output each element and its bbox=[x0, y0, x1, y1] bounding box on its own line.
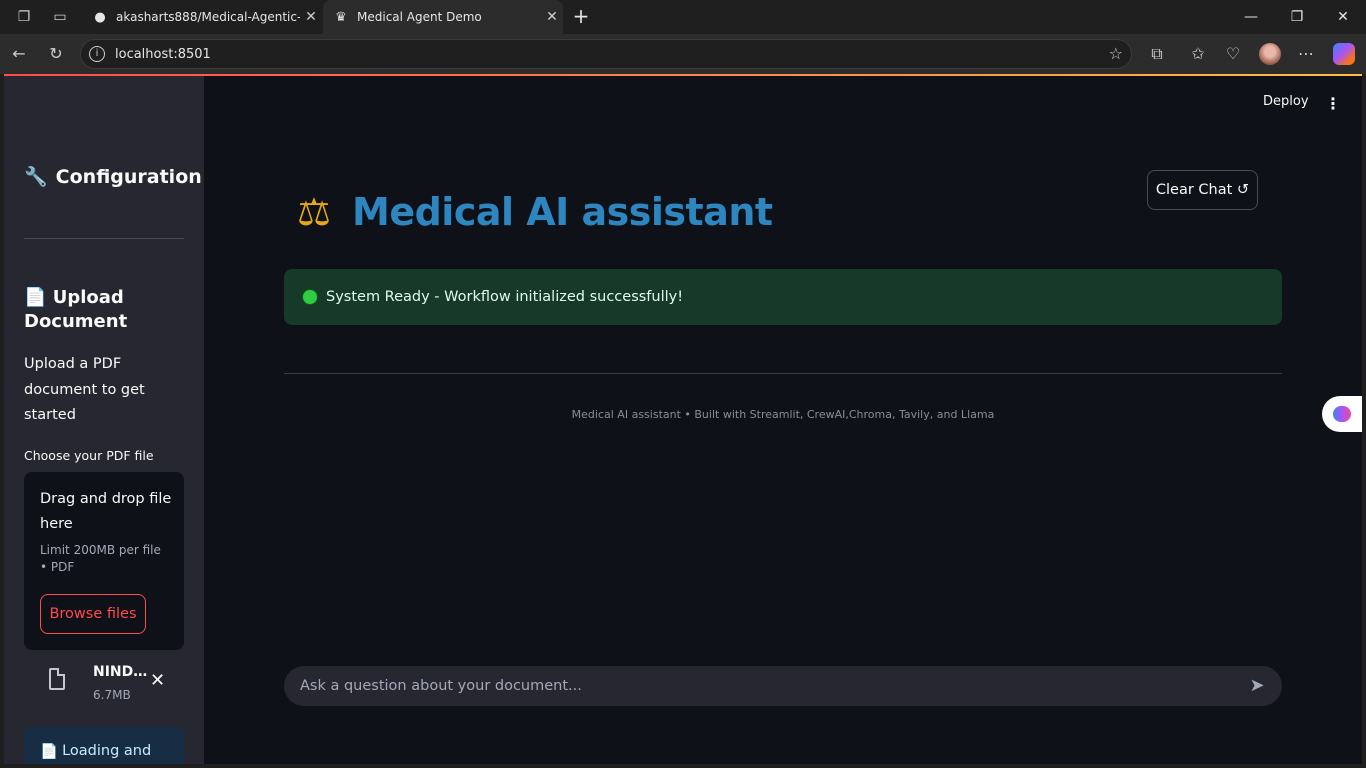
success-message: System Ready - Workflow initialized succ… bbox=[326, 289, 684, 305]
app-viewport: 🔧 Configuration 📄 Upload Document Upload… bbox=[4, 74, 1362, 764]
streamlit-icon: ♛ bbox=[335, 9, 347, 25]
chat-input-container: ➤ bbox=[284, 666, 1282, 706]
tab-github[interactable]: ● akasharts888/Medical-Agentic-W ✕ bbox=[82, 0, 322, 34]
restore-icon[interactable]: ❐ bbox=[1274, 0, 1320, 34]
upload-description: Upload a PDF document to get started bbox=[24, 356, 145, 423]
upload-heading: 📄 Upload Document bbox=[24, 286, 184, 334]
site-info-icon[interactable]: i bbox=[89, 46, 105, 62]
minimize-icon[interactable]: — bbox=[1228, 0, 1274, 34]
dropzone-limit-text: Limit 200MB per file • PDF bbox=[40, 543, 161, 574]
success-alert: System Ready - Workflow initialized succ… bbox=[284, 269, 1282, 325]
back-icon[interactable]: ← bbox=[8, 43, 30, 65]
github-icon: ● bbox=[94, 9, 106, 25]
scales-icon: ⚖ bbox=[296, 190, 332, 234]
uploaded-file-size: 6.7MB bbox=[93, 688, 131, 702]
extensions-icon[interactable]: ⧉ bbox=[1146, 43, 1168, 65]
clear-chat-button[interactable]: Clear Chat ↺ bbox=[1147, 170, 1258, 210]
remove-file-icon[interactable]: ✕ bbox=[150, 670, 165, 691]
brain-icon bbox=[1333, 406, 1351, 422]
page-title-text: Medical AI assistant bbox=[352, 190, 773, 234]
more-options-icon[interactable]: ⋯ bbox=[1295, 43, 1317, 65]
file-dropzone[interactable]: Drag and drop file here Limit 200MB per … bbox=[24, 472, 184, 650]
browser-essentials-icon[interactable]: ♡ bbox=[1222, 43, 1244, 65]
tab-title: Medical Agent Demo bbox=[357, 10, 482, 24]
footer-text: Medical AI assistant • Built with Stream… bbox=[571, 408, 995, 421]
chat-input[interactable] bbox=[300, 666, 1230, 706]
main-divider bbox=[284, 373, 1282, 374]
tab-medical-agent-demo[interactable]: ♛ Medical Agent Demo ✕ bbox=[323, 0, 563, 34]
uploaded-file-item: NIND… 6.7MB ✕ bbox=[24, 662, 184, 706]
close-tab-icon[interactable]: ✕ bbox=[300, 9, 322, 25]
file-uploader-label: Choose your PDF file bbox=[24, 448, 154, 463]
config-title-text: Configuration bbox=[55, 165, 202, 188]
tab-actions-icon[interactable]: ▭ bbox=[50, 7, 70, 27]
browse-files-button[interactable]: Browse files bbox=[40, 594, 146, 634]
deploy-button[interactable]: Deploy bbox=[1263, 94, 1309, 109]
document-icon: 📄 bbox=[40, 744, 59, 760]
favorite-star-icon[interactable]: ☆ bbox=[1109, 44, 1123, 63]
wrench-icon: 🔧 bbox=[24, 166, 48, 188]
send-icon[interactable]: ➤ bbox=[1246, 675, 1268, 697]
workspaces-icon[interactable]: ❐ bbox=[14, 7, 34, 27]
copilot-icon[interactable] bbox=[1333, 43, 1355, 65]
window-close-icon[interactable]: ✕ bbox=[1320, 0, 1366, 34]
dropzone-text: Drag and drop file here bbox=[40, 491, 172, 532]
profile-avatar[interactable] bbox=[1259, 43, 1281, 65]
main-menu-icon[interactable]: ⋮ bbox=[1325, 94, 1341, 113]
browser-titlebar: ❐ ▭ ● akasharts888/Medical-Agentic-W ✕ ♛… bbox=[0, 0, 1366, 34]
tab-title: akasharts888/Medical-Agentic-W bbox=[116, 10, 300, 24]
favorites-icon[interactable]: ✩ bbox=[1187, 43, 1209, 65]
copilot-sidebar-toggle[interactable] bbox=[1322, 396, 1362, 432]
green-circle-icon bbox=[302, 289, 318, 305]
uploaded-file-name: NIND… bbox=[93, 664, 148, 680]
loading-status-box: 📄 Loading and bbox=[24, 727, 184, 764]
config-title: 🔧 Configuration bbox=[24, 165, 202, 189]
page-title: ⚖ Medical AI assistant bbox=[290, 188, 773, 236]
sidebar: 🔧 Configuration 📄 Upload Document Upload… bbox=[4, 76, 204, 764]
loading-status-text: Loading and bbox=[62, 743, 152, 759]
url-field[interactable]: i localhost:8501 ☆ bbox=[80, 39, 1132, 69]
new-tab-icon[interactable]: + bbox=[569, 4, 593, 28]
document-icon: 📄 bbox=[24, 287, 47, 308]
address-bar: ← ↻ i localhost:8501 ☆ ⧉ ✩ ♡ ⋯ bbox=[0, 34, 1366, 74]
url-text: localhost:8501 bbox=[115, 47, 211, 62]
sidebar-divider bbox=[24, 238, 184, 239]
close-tab-icon[interactable]: ✕ bbox=[541, 9, 563, 25]
main-content: Deploy ⋮ Clear Chat ↺ ⚖ Medical AI assis… bbox=[204, 76, 1362, 764]
refresh-icon[interactable]: ↻ bbox=[45, 43, 67, 65]
file-icon bbox=[49, 668, 65, 690]
